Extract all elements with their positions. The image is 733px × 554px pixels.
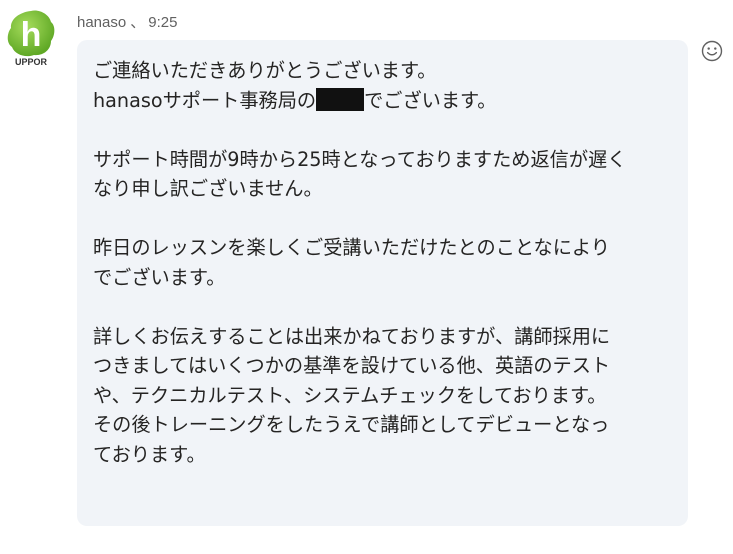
message-body: ご連絡いただきありがとうございます。 hanasoサポート事務局の でございます。…: [93, 56, 674, 469]
message-text: hanasoサポート事務局の: [93, 88, 317, 112]
chat-message: h UPPOR hanaso、 9:25 ご連絡いただきありがとうございます。 h…: [0, 0, 733, 554]
message-line: 詳しくお伝えすることは出来かねておりますが、講師採用に: [93, 324, 611, 348]
message-line: でございます。: [93, 265, 226, 289]
message-line: hanasoサポート事務局の でございます。: [93, 86, 674, 116]
message-line: ご連絡いただきありがとうございます。: [93, 59, 437, 82]
header-separator: 、: [130, 14, 146, 31]
message-line: つきましてはいくつかの基準を設けている他、英語のテスト: [93, 354, 611, 377]
redacted-name: [316, 87, 365, 111]
message-time: 9:25: [148, 14, 178, 31]
message-line: 昨日のレッスンを楽しくご受講いただけたとのことなにより: [93, 236, 610, 259]
avatar-caption: UPPOR: [15, 57, 48, 66]
message-bubble[interactable]: ご連絡いただきありがとうございます。 hanasoサポート事務局の でございます。…: [77, 40, 688, 526]
message-text: でございます。: [364, 88, 497, 112]
message-line: ております。: [93, 442, 206, 466]
sender-name[interactable]: hanaso: [77, 14, 126, 31]
smiley-reaction-icon[interactable]: [700, 39, 724, 63]
message-header: hanaso、 9:25: [77, 11, 177, 32]
avatar-letter: h: [21, 16, 42, 54]
avatar[interactable]: h UPPOR: [5, 8, 57, 66]
message-line: なり申し訳ございません。: [93, 177, 323, 200]
message-line: サポート時間が9時から25時となっておりますため返信が遅く: [93, 147, 627, 171]
message-line: その後トレーニングをしたうえで講師としてデビューとなっ: [93, 413, 610, 436]
hanaso-logo-icon: h UPPOR: [7, 10, 55, 66]
message-line: や、テクニカルテスト、システムチェックをしております。: [93, 383, 607, 407]
